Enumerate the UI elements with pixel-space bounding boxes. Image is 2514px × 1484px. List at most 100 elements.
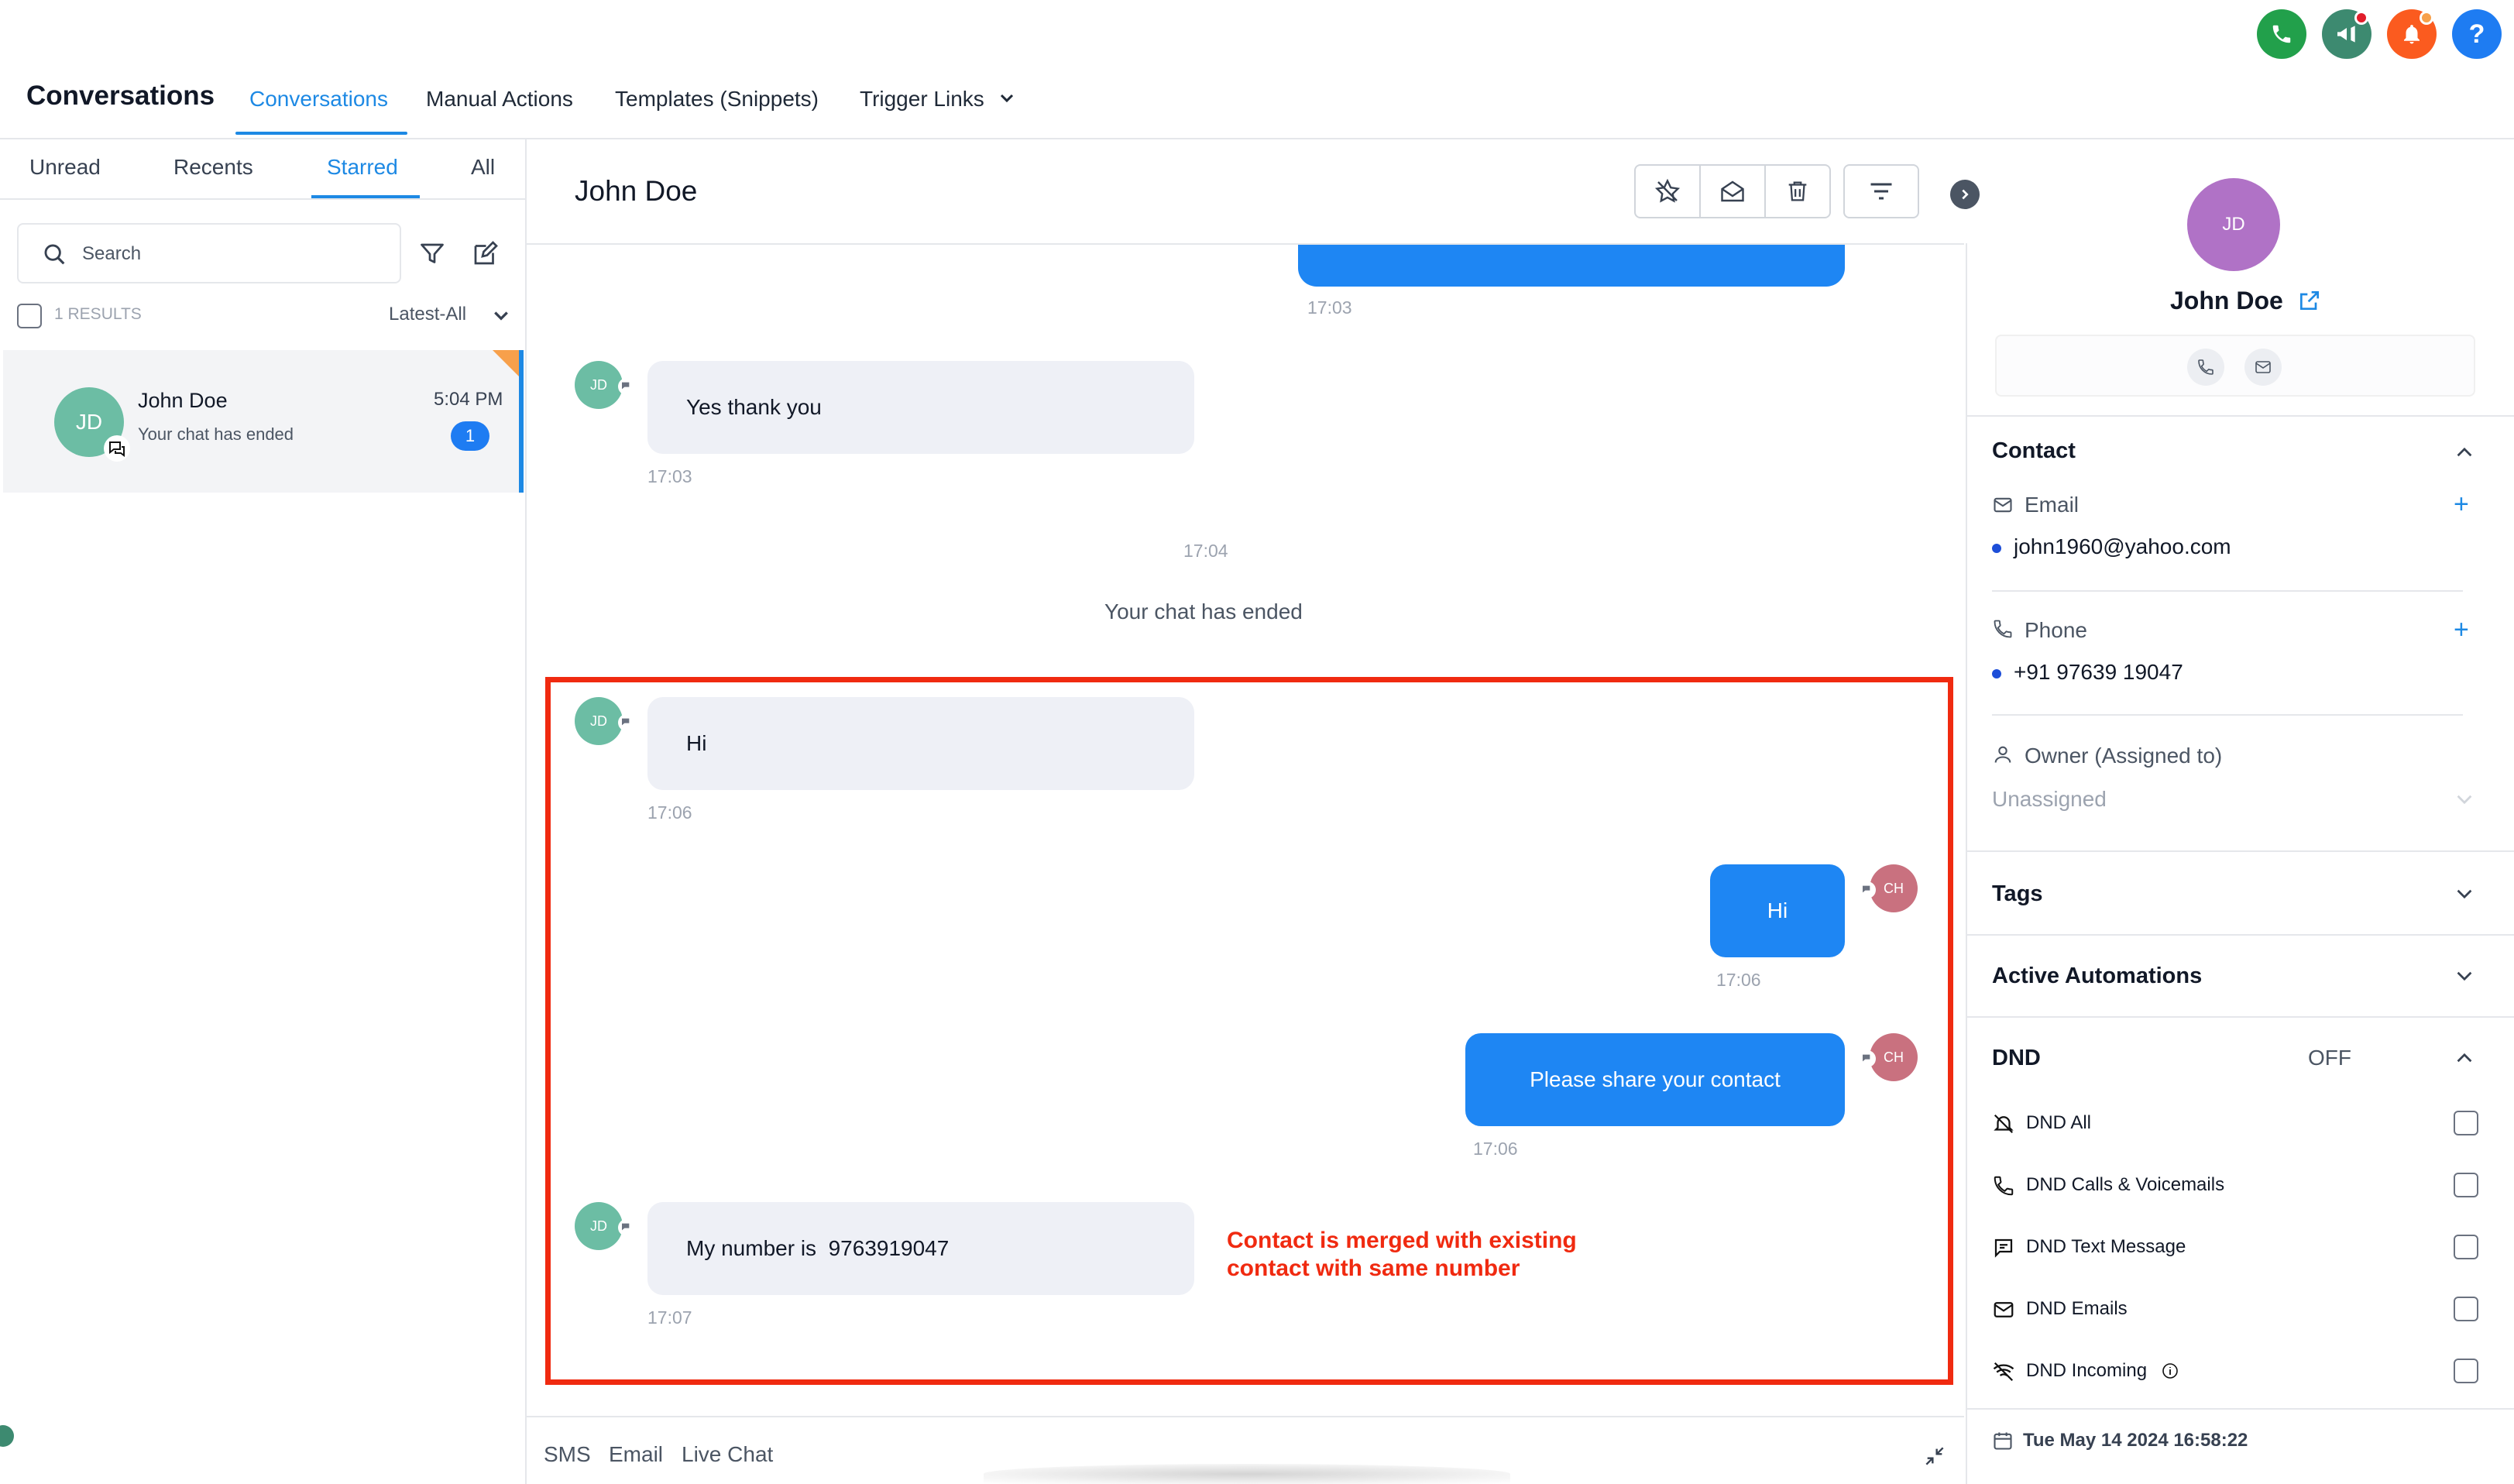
- avatar: JD: [575, 1202, 623, 1250]
- chevron-up-icon[interactable]: [2454, 441, 2475, 463]
- starred-corner-badge: [493, 350, 519, 376]
- delete-button[interactable]: [1764, 164, 1831, 218]
- bell-icon[interactable]: [2387, 9, 2437, 59]
- user-icon: [1994, 746, 2011, 763]
- email-button[interactable]: [2244, 349, 2282, 386]
- field-divider: [1992, 590, 2463, 592]
- search-input[interactable]: Search: [17, 223, 401, 283]
- automations-section-title[interactable]: Active Automations: [1992, 964, 2202, 989]
- call-button[interactable]: [2187, 349, 2224, 386]
- external-link-icon[interactable]: [2297, 288, 2322, 313]
- compose-icon[interactable]: [471, 240, 499, 268]
- section-divider: [1967, 1016, 2514, 1018]
- add-email-button[interactable]: +: [2454, 491, 2469, 517]
- notification-dot: [2420, 11, 2433, 25]
- message-bubble-outgoing: Please share your contact: [1465, 1033, 1845, 1126]
- tab-manual-actions[interactable]: Manual Actions: [426, 87, 573, 112]
- chat-bubble-icon: [618, 1219, 635, 1236]
- dnd-section-title: DND: [1992, 1046, 2041, 1070]
- dnd-incoming-checkbox[interactable]: [2454, 1359, 2478, 1383]
- dnd-label: DND Text Message: [2026, 1236, 2186, 1257]
- filter-icon[interactable]: [418, 240, 446, 268]
- tags-section-title[interactable]: Tags: [1992, 881, 2043, 907]
- email-value[interactable]: john1960@yahoo.com: [2014, 534, 2231, 559]
- composer-tab-live-chat[interactable]: Live Chat: [682, 1442, 773, 1467]
- tab-templates[interactable]: Templates (Snippets): [615, 87, 819, 112]
- chevron-down-icon[interactable]: [2454, 788, 2475, 810]
- select-all-checkbox[interactable]: [17, 304, 42, 328]
- star-button[interactable]: [1634, 164, 1701, 218]
- chevron-down-icon[interactable]: [2454, 965, 2475, 987]
- phone-value[interactable]: +91 97639 19047: [2014, 660, 2183, 685]
- add-phone-button[interactable]: +: [2454, 617, 2469, 643]
- dnd-emails-checkbox[interactable]: [2454, 1297, 2478, 1321]
- message-bubble-incoming: My number is 9763919047: [647, 1202, 1194, 1295]
- help-icon[interactable]: ?: [2452, 9, 2502, 59]
- contact-avatar: JD: [2187, 178, 2280, 271]
- composer-shadow: [984, 1464, 1510, 1484]
- tab-all[interactable]: All: [471, 155, 495, 180]
- phone-icon: [1994, 1176, 2014, 1196]
- mail-icon: [1994, 1302, 2014, 1317]
- composer-tab-sms[interactable]: SMS: [544, 1442, 591, 1467]
- tab-unread[interactable]: Unread: [29, 155, 101, 180]
- dnd-label: DND Emails: [2026, 1298, 2128, 1319]
- tab-label: Trigger Links: [860, 87, 984, 111]
- chat-bubble-icon: [1859, 1050, 1876, 1067]
- dnd-calls-checkbox[interactable]: [2454, 1173, 2478, 1197]
- phone-icon[interactable]: [2257, 9, 2306, 59]
- message-bubble-incoming: Yes thank you: [647, 361, 1194, 454]
- message-bubble-incoming: Hi: [647, 697, 1194, 790]
- composer-tab-email[interactable]: Email: [609, 1442, 663, 1467]
- tab-conversations[interactable]: Conversations: [249, 87, 388, 112]
- message-time: 17:06: [1716, 970, 1761, 990]
- chevron-up-icon[interactable]: [2454, 1047, 2475, 1069]
- message-time: 17:06: [647, 802, 692, 823]
- chevron-right-icon: [1962, 189, 1969, 200]
- filter-messages-button[interactable]: [1843, 164, 1919, 218]
- dnd-text-checkbox[interactable]: [2454, 1235, 2478, 1259]
- chevron-down-icon[interactable]: [2454, 883, 2475, 905]
- megaphone-icon[interactable]: [2322, 9, 2371, 59]
- sort-dropdown[interactable]: Latest-All: [389, 304, 466, 325]
- dnd-all-checkbox[interactable]: [2454, 1111, 2478, 1135]
- chevron-down-icon[interactable]: [999, 93, 1015, 104]
- info-icon[interactable]: [2161, 1362, 2179, 1380]
- unread-badge: 1: [451, 421, 489, 451]
- tab-trigger-links[interactable]: Trigger Links: [860, 87, 984, 112]
- chevron-down-icon[interactable]: [493, 310, 510, 322]
- tab-recents[interactable]: Recents: [173, 155, 253, 180]
- dnd-label: DND Calls & Voicemails: [2026, 1174, 2225, 1195]
- avatar: CH: [1870, 1033, 1918, 1081]
- avatar: JD: [575, 361, 623, 409]
- mail-icon: [1994, 497, 2012, 513]
- message-time: 17:06: [1473, 1139, 1518, 1159]
- star-icon: [1654, 178, 1681, 203]
- message-time: 17:07: [647, 1307, 692, 1328]
- conversation-preview: Your chat has ended: [138, 424, 294, 444]
- mail-icon: [2255, 361, 2271, 373]
- results-count: 1 RESULTS: [54, 305, 142, 323]
- quick-actions-bar: [1995, 335, 2475, 397]
- conversation-name: John Doe: [138, 389, 228, 412]
- chat-bubble-icon: [618, 714, 635, 731]
- tab-starred[interactable]: Starred: [327, 155, 398, 180]
- system-time: 17:04: [1183, 541, 1228, 561]
- contact-section-title: Contact: [1992, 438, 2076, 463]
- message-time: 17:03: [1307, 297, 1352, 318]
- mark-unread-button[interactable]: [1699, 164, 1766, 218]
- minimize-icon[interactable]: [1922, 1444, 1947, 1469]
- contact-name: John Doe: [2170, 287, 2283, 314]
- annotation-line: contact with same number: [1227, 1256, 1520, 1281]
- calendar-icon: [1994, 1432, 2012, 1450]
- section-divider: [1967, 415, 2514, 417]
- page-title: Conversations: [26, 81, 215, 111]
- conversation-list-pane: [0, 139, 527, 1484]
- primary-indicator: [1992, 669, 2001, 678]
- message-icon: [1994, 1238, 2013, 1258]
- owner-select[interactable]: Unassigned: [1992, 787, 2107, 812]
- conversation-item[interactable]: JD John Doe 5:04 PM Your chat has ended …: [3, 350, 524, 493]
- phone-icon: [1994, 620, 2012, 638]
- filter-lines-icon: [1870, 183, 1892, 200]
- collapse-panel-button[interactable]: [1950, 180, 1980, 209]
